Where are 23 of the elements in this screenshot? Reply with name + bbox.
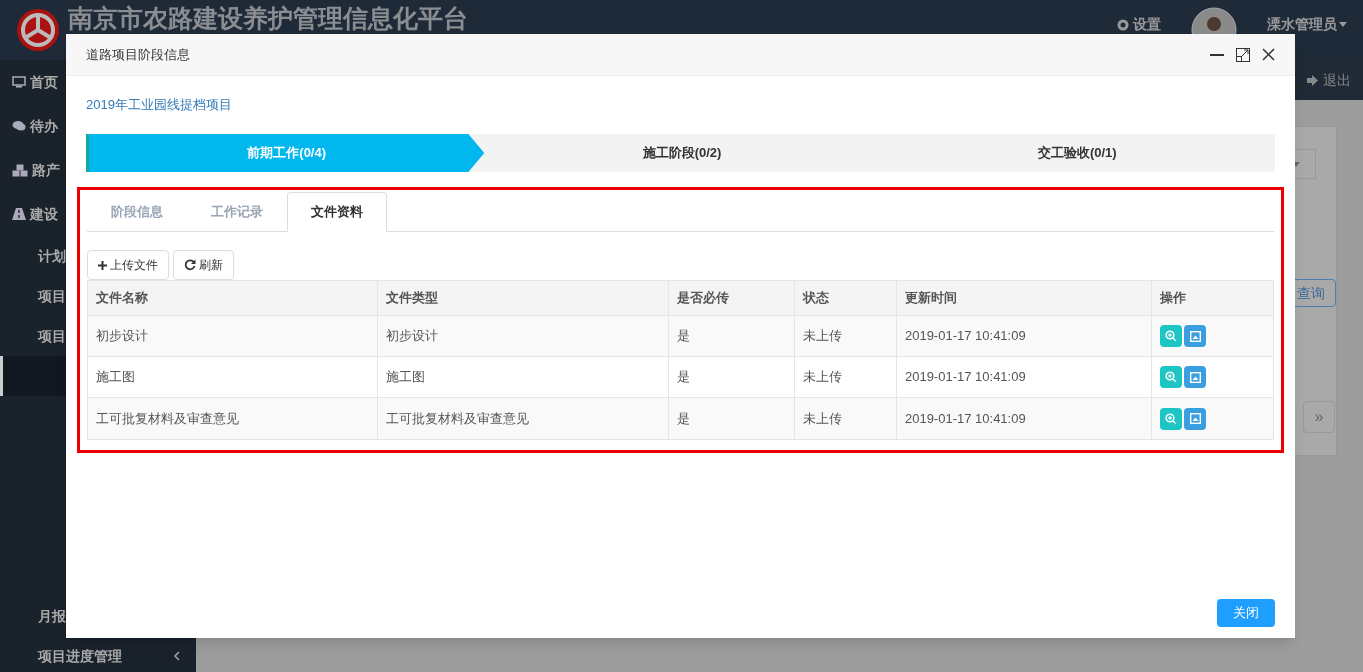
table-cell: 2019-01-17 10:41:09 xyxy=(896,357,1153,397)
table-cell: 未上传 xyxy=(795,316,897,356)
table-cell: 工可批复材料及审查意见 xyxy=(88,398,379,439)
table-cell: 初步设计 xyxy=(378,316,670,356)
column-header: 是否必传 xyxy=(669,281,796,315)
table-cell: 工可批复材料及审查意见 xyxy=(378,398,670,439)
table-cell: 2019-01-17 10:41:09 xyxy=(896,316,1153,356)
column-header: 文件类型 xyxy=(378,281,670,315)
table-cell: 未上传 xyxy=(795,398,897,439)
table-cell: 是 xyxy=(669,316,796,356)
dialog-title: 道路项目阶段信息 xyxy=(86,45,190,64)
platform-title: 南京市农路建设养护管理信息化平台 xyxy=(68,3,468,33)
table-cell: 初步设计 xyxy=(88,316,379,356)
column-header: 文件名称 xyxy=(88,281,379,315)
column-header: 更新时间 xyxy=(896,281,1153,315)
column-header: 状态 xyxy=(795,281,897,315)
table-cell: 2019-01-17 10:41:09 xyxy=(896,398,1153,439)
column-header: 操作 xyxy=(1159,289,1188,308)
table-cell: 施工图 xyxy=(88,357,379,397)
table-cell: 未上传 xyxy=(795,357,897,397)
table-cell: 是 xyxy=(669,357,796,397)
table-cell: 是 xyxy=(669,398,796,439)
table-cell: 施工图 xyxy=(378,357,670,397)
